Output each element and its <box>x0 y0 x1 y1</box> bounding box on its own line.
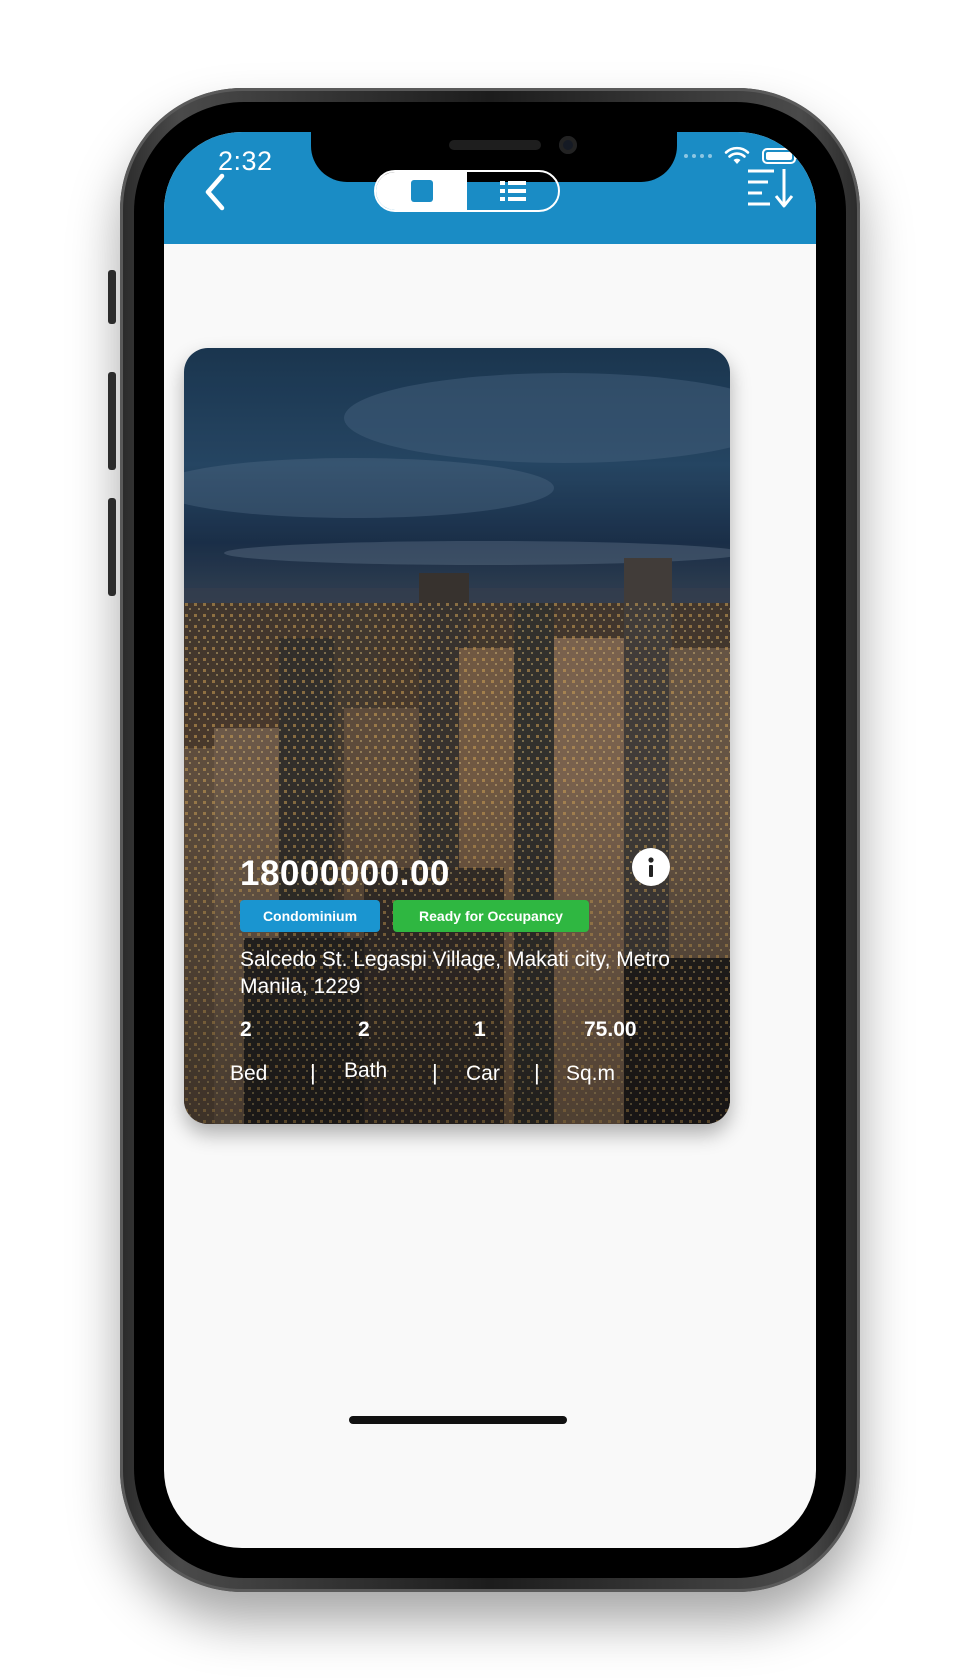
speaker-grille <box>449 140 541 150</box>
info-icon <box>648 857 654 877</box>
volume-up-button <box>108 372 116 470</box>
app-header: 2:32 <box>164 132 816 244</box>
square-icon <box>410 180 433 202</box>
area-label: Sq.m <box>566 1062 616 1085</box>
area-value: 75.00 <box>584 1018 637 1041</box>
home-indicator <box>349 1416 567 1424</box>
view-toggle[interactable] <box>374 170 560 212</box>
status-icons <box>684 146 799 166</box>
volume-down-button <box>108 498 116 596</box>
list-icon <box>499 181 526 201</box>
bath-count: 2 <box>358 1018 370 1041</box>
bed-count: 2 <box>240 1018 252 1041</box>
property-address: Salcedo St. Legaspi Village, Makati city… <box>240 948 670 998</box>
car-count: 1 <box>474 1018 486 1041</box>
bath-label: Bath <box>344 1059 388 1082</box>
sort-button[interactable] <box>746 166 794 210</box>
grid-view-button[interactable] <box>376 172 467 210</box>
app-screen: 2:32 18000000.00 Condominium Ready for O… <box>164 132 816 1548</box>
signal-icon <box>684 154 712 158</box>
info-button[interactable] <box>632 848 670 886</box>
wifi-icon <box>724 146 750 164</box>
spec-separator: | <box>310 1060 316 1085</box>
sort-descending-icon <box>748 169 794 208</box>
bed-label: Bed <box>230 1062 268 1085</box>
silent-switch <box>108 270 116 324</box>
property-type-badge: Condominium <box>240 900 380 932</box>
battery-icon <box>762 148 799 164</box>
stage: 2:32 18000000.00 Condominium Ready for O… <box>0 0 958 1680</box>
chevron-left-icon <box>205 173 225 211</box>
car-label: Car <box>466 1062 500 1085</box>
property-card[interactable]: 18000000.00 Condominium Ready for Occupa… <box>184 348 730 1124</box>
property-photo <box>184 348 730 1124</box>
spec-separator: | <box>432 1060 438 1085</box>
back-button[interactable] <box>200 172 230 212</box>
occupancy-status-badge: Ready for Occupancy <box>393 900 589 932</box>
front-camera <box>559 136 577 154</box>
list-view-button[interactable] <box>467 172 558 210</box>
spec-separator: | <box>534 1060 540 1085</box>
property-price: 18000000.00 <box>240 854 450 893</box>
